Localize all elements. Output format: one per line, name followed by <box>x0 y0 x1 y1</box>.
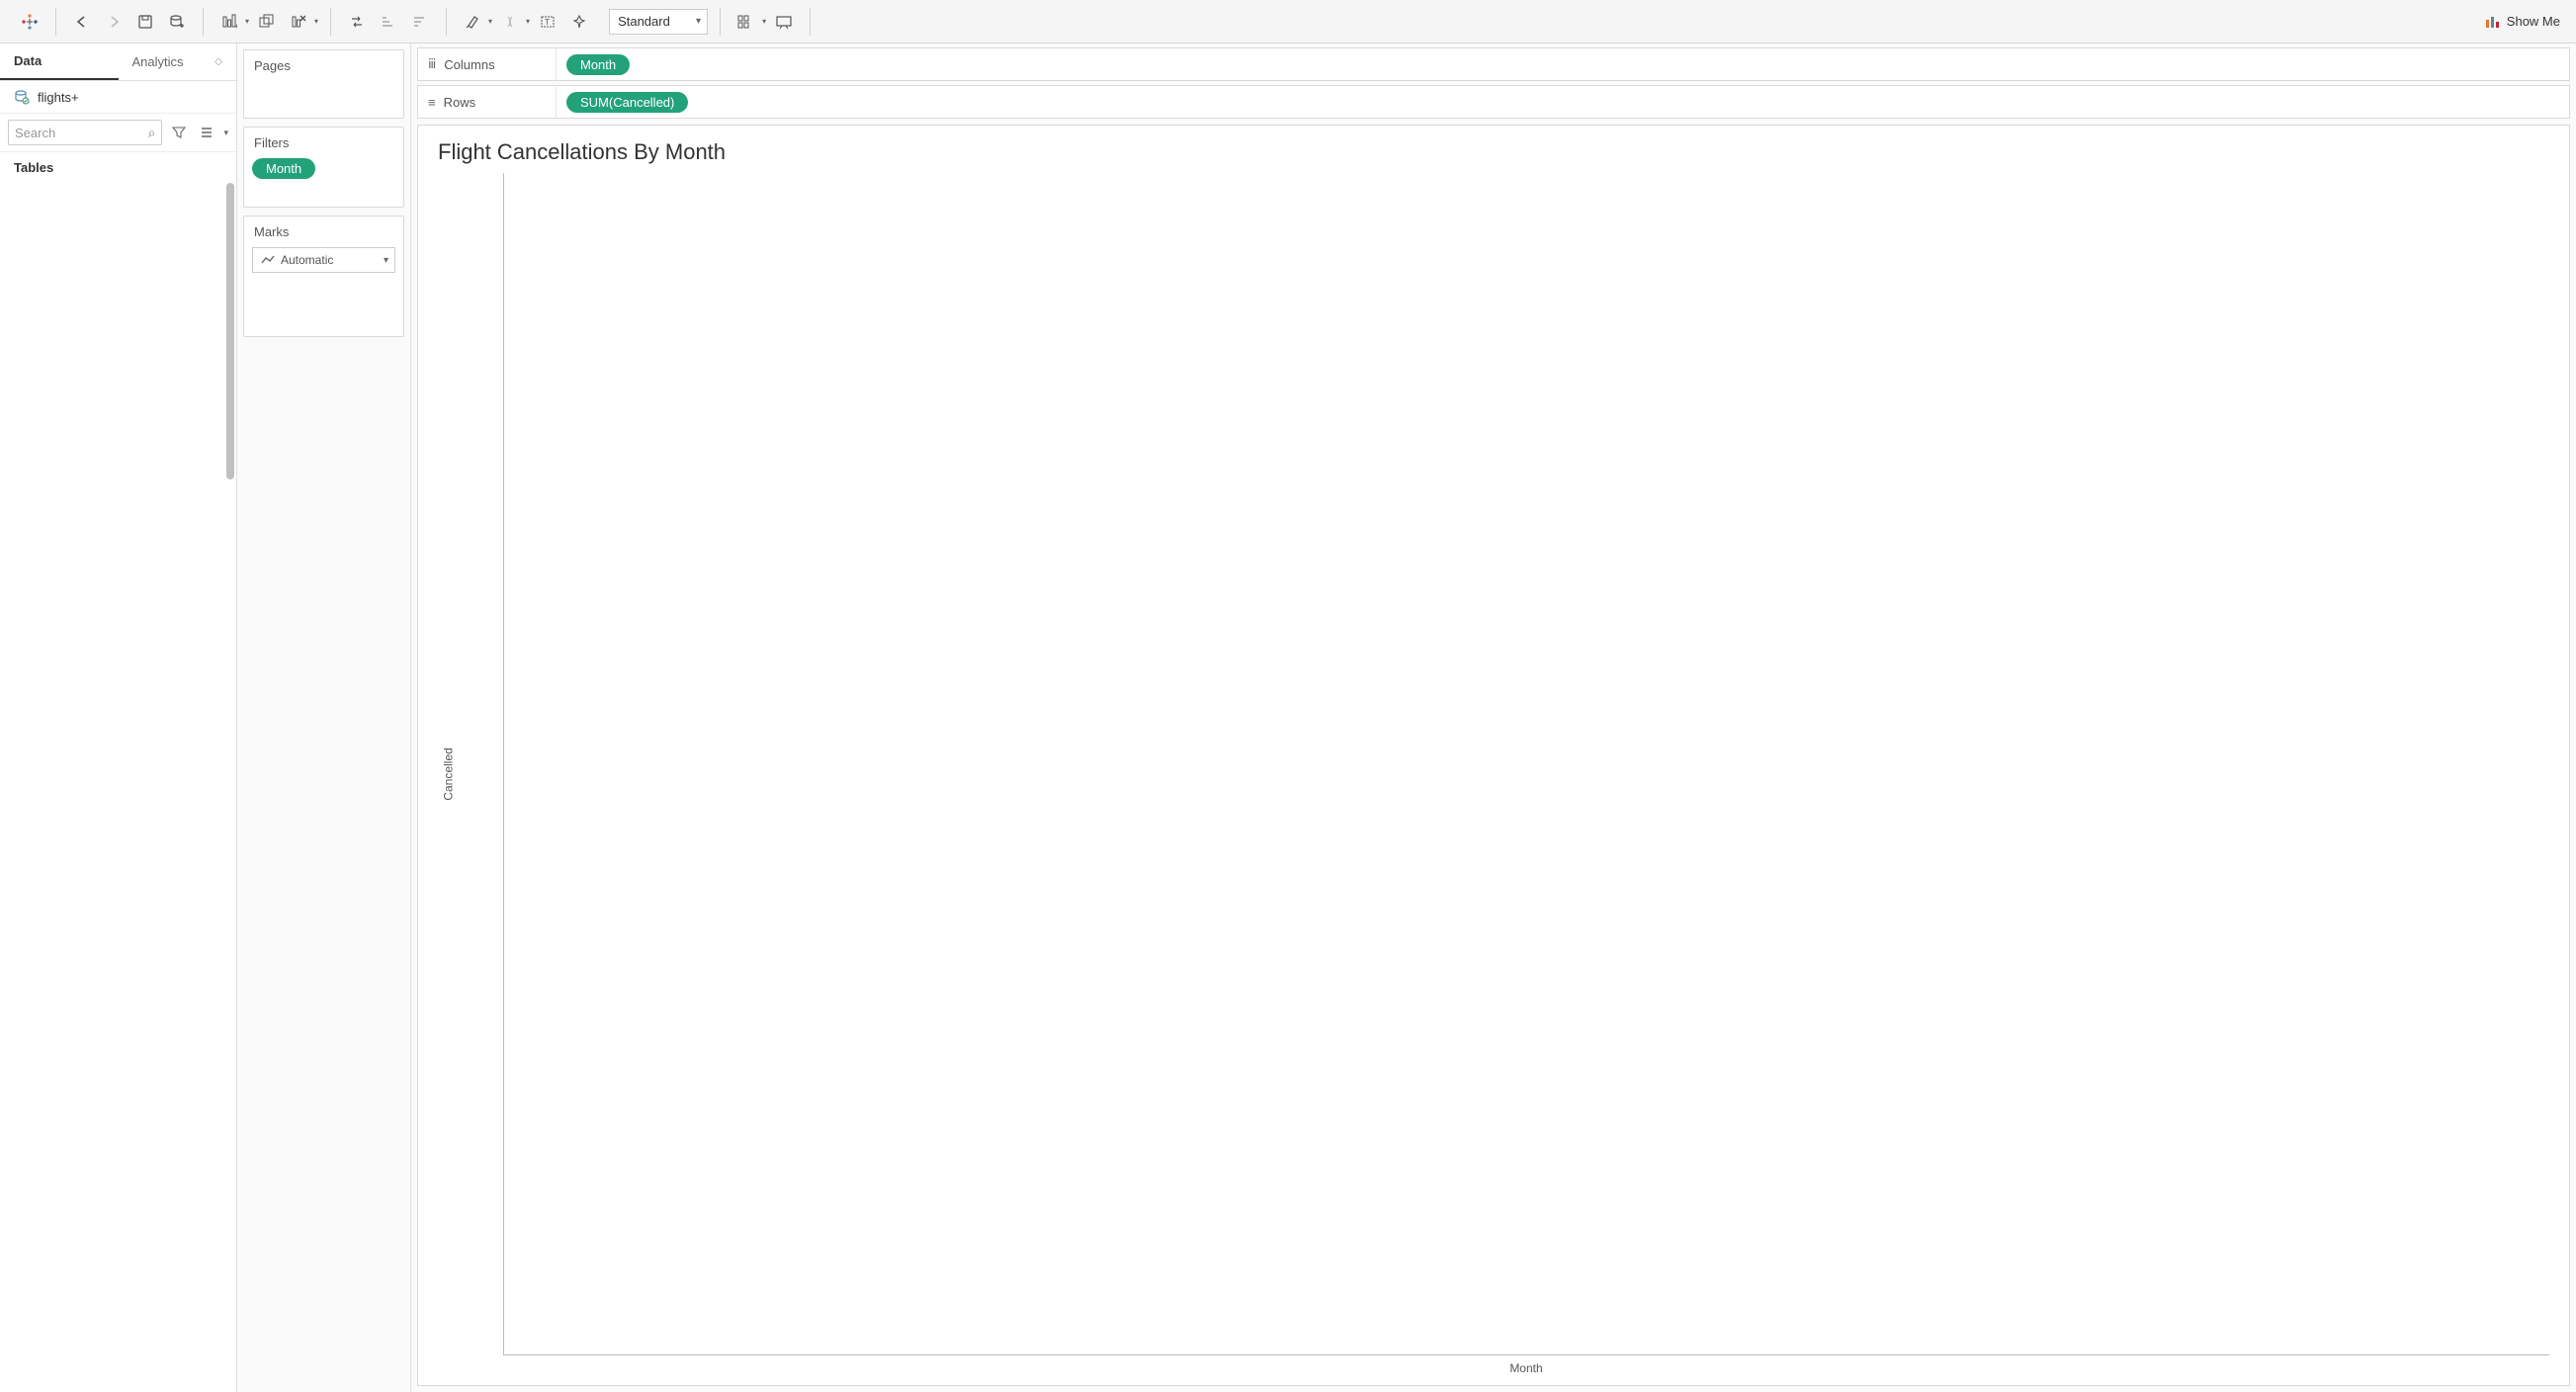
y-axis-label: Cancelled <box>442 747 456 800</box>
clear-sheet-icon[interactable] <box>285 8 312 36</box>
tab-analytics[interactable]: Analytics◇ <box>119 44 237 80</box>
pages-title: Pages <box>244 50 403 81</box>
tableau-logo-icon[interactable] <box>16 8 43 36</box>
shelf-cards: Pages Filters Month Marks Automatic <box>237 44 411 1392</box>
tab-data[interactable]: Data <box>0 44 119 80</box>
data-pane: Data Analytics◇ flights+ Search ▾ Tables <box>0 44 237 1392</box>
datasource-item[interactable]: flights+ <box>0 81 236 114</box>
svg-text:T: T <box>545 18 550 27</box>
viz-area: Flight Cancellations By Month Cancelled … <box>417 125 2570 1386</box>
filters-card[interactable]: Filters Month <box>243 127 404 208</box>
datasource-name: flights+ <box>38 90 79 105</box>
redo-icon[interactable] <box>100 8 128 36</box>
columns-pill-month[interactable]: Month <box>566 54 630 75</box>
filters-title: Filters <box>244 128 403 158</box>
presentation-icon[interactable] <box>770 8 798 36</box>
sort-asc-icon[interactable] <box>375 8 402 36</box>
fit-dropdown[interactable]: Standard <box>609 9 708 35</box>
sort-desc-icon[interactable] <box>406 8 434 36</box>
datasource-icon <box>14 89 30 105</box>
undo-icon[interactable] <box>68 8 96 36</box>
view-list-icon[interactable] <box>196 122 217 143</box>
show-cards-icon[interactable] <box>732 8 760 36</box>
swap-axes-icon[interactable] <box>343 8 371 36</box>
canvas: ⅲ Columns Month ≡ Rows SUM(Cancelled) Fl… <box>411 44 2576 1392</box>
filter-pill-month[interactable]: Month <box>252 158 315 179</box>
show-me-label: Show Me <box>2507 14 2560 29</box>
highlight-icon[interactable] <box>459 8 486 36</box>
pages-card[interactable]: Pages <box>243 49 404 119</box>
line-icon <box>261 254 275 266</box>
show-labels-icon[interactable]: T <box>534 8 561 36</box>
chart-plot[interactable] <box>503 173 2549 1355</box>
x-axis-label: Month <box>503 1355 2549 1375</box>
rows-pill-cancelled[interactable]: SUM(Cancelled) <box>566 92 688 113</box>
marks-type-dropdown[interactable]: Automatic <box>252 247 395 273</box>
tables-heading: Tables <box>0 152 236 183</box>
pin-icon[interactable] <box>565 8 593 36</box>
filter-icon[interactable] <box>168 122 190 143</box>
top-toolbar: +▾ ▾ ▾ ▾ T Standard ▾ Show Me <box>0 0 2576 44</box>
show-me-button[interactable]: Show Me <box>2477 10 2568 34</box>
rows-label: Rows <box>444 95 476 110</box>
rows-icon: ≡ <box>428 95 436 110</box>
columns-shelf[interactable]: ⅲ Columns Month <box>417 47 2570 81</box>
columns-icon: ⅲ <box>428 56 436 72</box>
new-worksheet-icon[interactable]: + <box>215 8 243 36</box>
viz-title[interactable]: Flight Cancellations By Month <box>438 139 2549 165</box>
new-datasource-icon[interactable] <box>163 8 191 36</box>
y-ticks <box>460 173 503 1355</box>
svg-text:+: + <box>234 22 237 30</box>
save-icon[interactable] <box>131 8 159 36</box>
duplicate-sheet-icon[interactable] <box>253 8 281 36</box>
scrollbar-thumb[interactable] <box>226 183 234 479</box>
columns-label: Columns <box>444 57 494 72</box>
rows-shelf[interactable]: ≡ Rows SUM(Cancelled) <box>417 85 2570 119</box>
show-me-icon <box>2485 14 2501 30</box>
field-tree <box>0 183 236 1392</box>
group-icon[interactable] <box>496 8 524 36</box>
search-input[interactable]: Search <box>8 120 162 145</box>
marks-title: Marks <box>244 217 403 247</box>
marks-card: Marks Automatic <box>243 216 404 337</box>
